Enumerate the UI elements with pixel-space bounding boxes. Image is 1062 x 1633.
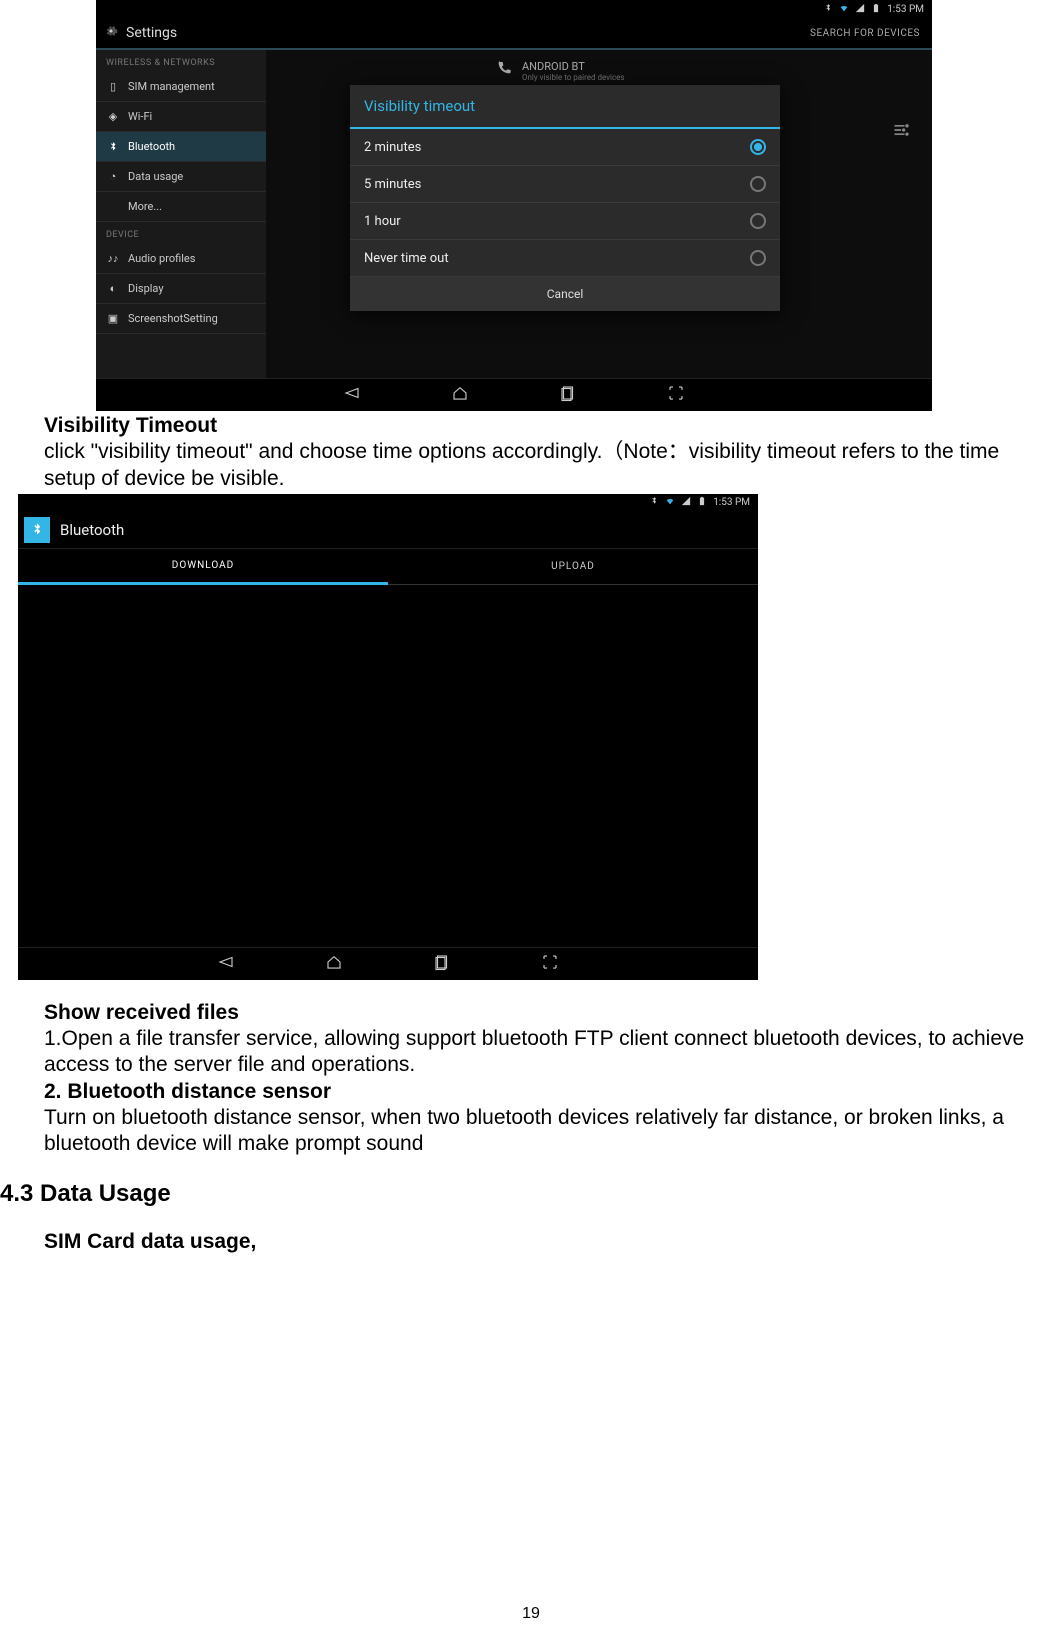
bluetooth-status-icon: [649, 496, 659, 509]
status-bar: 1:53 PM: [96, 0, 932, 18]
back-icon[interactable]: [217, 953, 235, 975]
sidebar-item-datausage[interactable]: ◔ Data usage: [96, 162, 266, 192]
settings-sliders-icon[interactable]: [892, 120, 912, 144]
dialog-title: Visibility timeout: [350, 85, 780, 129]
visibility-timeout-dialog: Visibility timeout 2 minutes 5 minutes 1…: [350, 85, 780, 311]
paragraph-bt-distance: Turn on bluetooth distance sensor, when …: [44, 1105, 1052, 1158]
wifi-icon: ◈: [106, 110, 120, 123]
heading-bt-distance: 2. Bluetooth distance sensor: [44, 1080, 331, 1103]
battery-status-icon: [697, 496, 707, 509]
subheading-sim-data: SIM Card data usage,: [44, 1230, 256, 1253]
screenshot-settings-visibility: 1:53 PM Settings SEARCH FOR DEVICES WIRE…: [96, 0, 932, 411]
radio-icon: [750, 213, 766, 229]
sidebar-section-wireless: WIRELESS & NETWORKS: [96, 50, 266, 72]
sidebar-item-label: Bluetooth: [128, 140, 175, 153]
screenshot-nav-icon[interactable]: [541, 953, 559, 975]
sidebar-item-label: Wi-Fi: [128, 110, 152, 123]
page-number: 19: [0, 1605, 1062, 1623]
dialog-option-never[interactable]: Never time out: [350, 240, 780, 277]
sidebar-section-device: DEVICE: [96, 222, 266, 244]
sidebar-item-more[interactable]: More...: [96, 192, 266, 222]
sidebar-item-label: Data usage: [128, 170, 183, 183]
home-icon[interactable]: [451, 384, 469, 406]
bluetooth-title: Bluetooth: [60, 521, 124, 539]
radio-icon: [750, 250, 766, 266]
signal-status-icon: [681, 496, 691, 509]
dialog-cancel-button[interactable]: Cancel: [350, 277, 780, 311]
home-icon[interactable]: [325, 953, 343, 975]
sim-icon: ▯: [106, 80, 120, 93]
back-icon[interactable]: [343, 384, 361, 406]
settings-title: Settings: [126, 25, 177, 41]
phone-icon: [496, 60, 512, 82]
bluetooth-icon: [106, 141, 120, 153]
signal-status-icon: [855, 3, 865, 16]
sidebar-item-label: SIM management: [128, 80, 215, 93]
sidebar-item-screenshot[interactable]: ▣ ScreenshotSetting: [96, 304, 266, 334]
display-icon: ◐: [106, 282, 120, 295]
dialog-option-1hour[interactable]: 1 hour: [350, 203, 780, 240]
dialog-option-5min[interactable]: 5 minutes: [350, 166, 780, 203]
section-heading-data-usage: 4.3 Data Usage: [0, 1180, 171, 1207]
dialog-option-2min[interactable]: 2 minutes: [350, 129, 780, 166]
status-time: 1:53 PM: [713, 497, 750, 508]
wifi-status-icon: [665, 496, 675, 509]
dialog-option-label: 5 minutes: [364, 177, 421, 192]
search-for-devices-button[interactable]: SEARCH FOR DEVICES: [810, 28, 920, 39]
sidebar-item-label: Display: [128, 282, 164, 295]
transfer-tabs: DOWNLOAD UPLOAD: [18, 549, 758, 585]
recent-icon[interactable]: [559, 384, 577, 406]
paragraph-visibility-timeout: click "visibility timeout" and choose ti…: [44, 439, 1052, 492]
sidebar-item-label: ScreenshotSetting: [128, 312, 218, 325]
wifi-status-icon: [839, 3, 849, 16]
data-icon: ◔: [106, 170, 120, 183]
radio-icon: [750, 176, 766, 192]
heading-visibility-timeout: Visibility Timeout: [44, 414, 217, 437]
dialog-option-label: 2 minutes: [364, 140, 421, 155]
bt-device-name: ANDROID BT: [522, 60, 625, 73]
sidebar-item-audio[interactable]: ♪♪ Audio profiles: [96, 244, 266, 274]
bt-device-sub: Only visible to paired devices: [522, 73, 625, 82]
settings-content: ANDROID BT Only visible to paired device…: [266, 50, 932, 380]
android-navbar: [96, 378, 932, 411]
bluetooth-app-icon[interactable]: [24, 517, 50, 543]
recent-icon[interactable]: [433, 953, 451, 975]
bt-device-entry[interactable]: ANDROID BT Only visible to paired device…: [496, 60, 625, 82]
sidebar-item-bluetooth[interactable]: Bluetooth: [96, 132, 266, 162]
settings-sidebar: WIRELESS & NETWORKS ▯ SIM management ◈ Wi-…: [96, 50, 266, 380]
heading-show-received: Show received files: [44, 1001, 239, 1024]
tab-upload[interactable]: UPLOAD: [388, 549, 758, 585]
audio-icon: ♪♪: [106, 252, 120, 265]
radio-icon: [750, 139, 766, 155]
screenshot-nav-icon[interactable]: [667, 384, 685, 406]
android-navbar: [18, 947, 758, 980]
tab-download[interactable]: DOWNLOAD: [18, 549, 388, 585]
sidebar-item-wifi[interactable]: ◈ Wi-Fi: [96, 102, 266, 132]
sidebar-item-display[interactable]: ◐ Display: [96, 274, 266, 304]
dialog-option-label: Never time out: [364, 251, 449, 266]
status-bar: 1:53 PM: [18, 494, 758, 512]
status-time: 1:53 PM: [887, 4, 924, 15]
settings-header: Settings SEARCH FOR DEVICES: [96, 18, 932, 50]
paragraph-show-received: 1.Open a file transfer service, allowing…: [44, 1026, 1052, 1079]
bluetooth-status-icon: [823, 3, 833, 16]
dialog-option-label: 1 hour: [364, 214, 401, 229]
battery-status-icon: [871, 3, 881, 16]
screenshot-bluetooth-transfer: 1:53 PM Bluetooth DOWNLOAD UPLOAD: [18, 494, 758, 980]
settings-icon: [104, 24, 118, 42]
camera-icon: ▣: [106, 312, 120, 325]
sidebar-item-sim[interactable]: ▯ SIM management: [96, 72, 266, 102]
bluetooth-header: Bluetooth: [18, 512, 758, 549]
sidebar-item-label: More...: [128, 200, 162, 213]
sidebar-item-label: Audio profiles: [128, 252, 195, 265]
